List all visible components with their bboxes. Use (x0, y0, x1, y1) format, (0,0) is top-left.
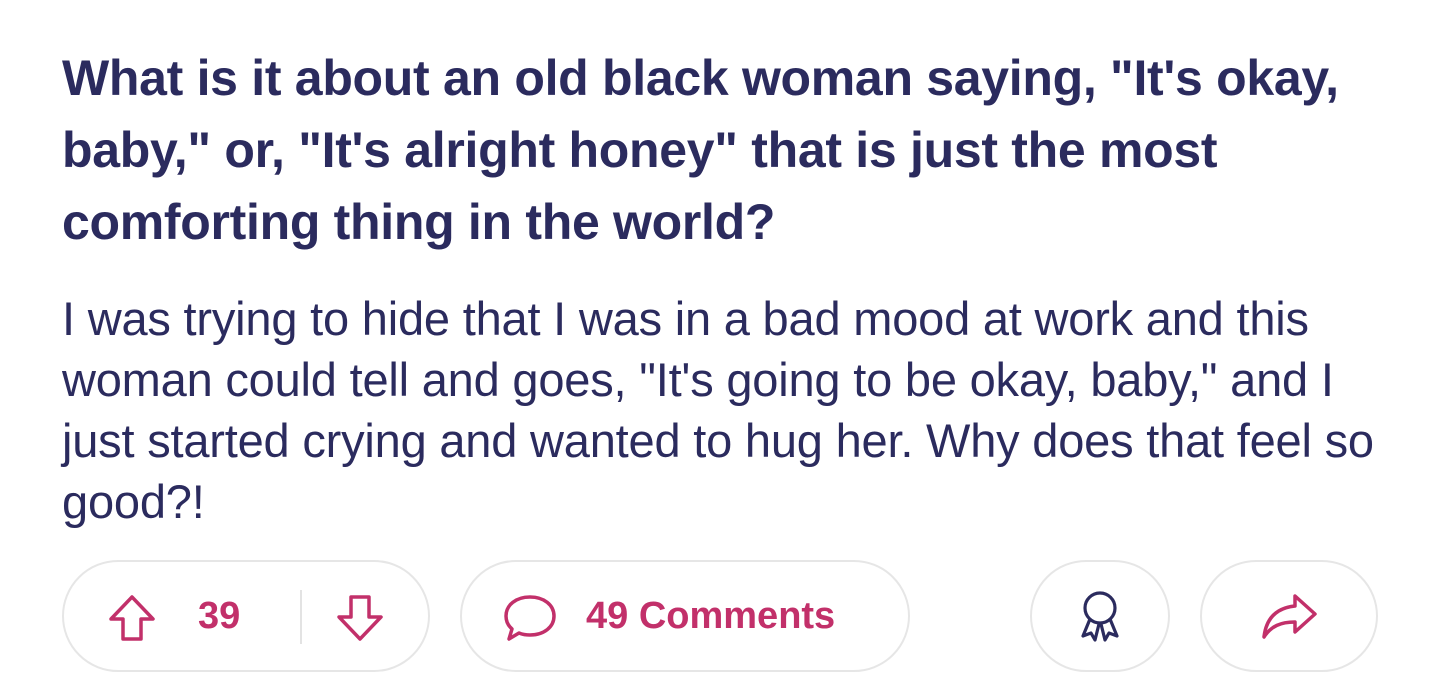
share-icon (1259, 590, 1319, 642)
post-body: I was trying to hide that I was in a bad… (62, 292, 1374, 528)
post-title: What is it about an old black woman sayi… (62, 50, 1339, 250)
downvote-icon[interactable] (334, 592, 386, 644)
vote-count: 39 (198, 595, 241, 637)
upvote-icon[interactable] (106, 592, 158, 644)
comment-icon (502, 592, 558, 644)
award-icon (1070, 586, 1130, 646)
vote-pill: 39 (62, 560, 430, 672)
vote-divider (300, 590, 302, 644)
comments-button[interactable]: 49 Comments (460, 560, 910, 672)
comments-label: 49 Comments (586, 595, 836, 637)
share-button[interactable] (1200, 560, 1378, 672)
award-button[interactable] (1030, 560, 1170, 672)
